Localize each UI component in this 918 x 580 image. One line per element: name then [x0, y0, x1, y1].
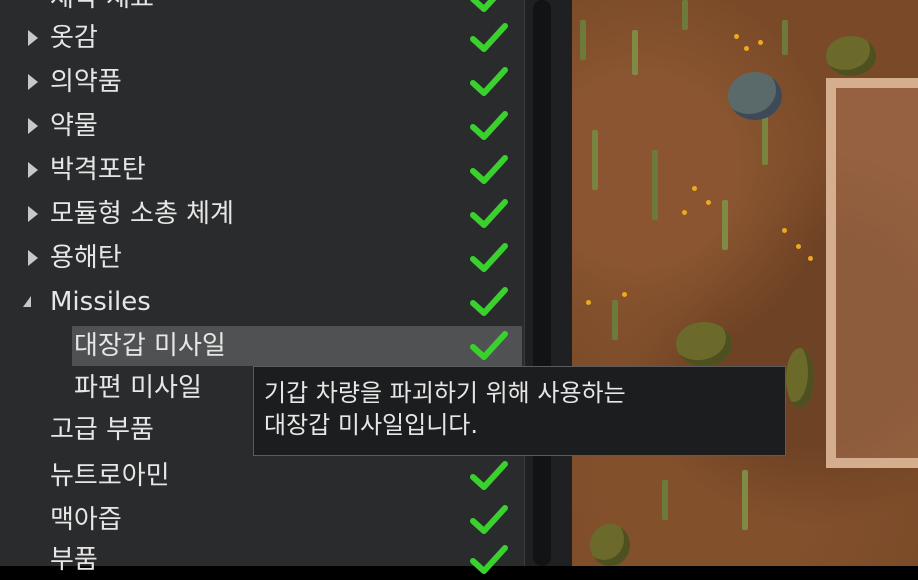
grass-tuft: [682, 0, 688, 30]
flower: [782, 228, 787, 233]
checkmark-icon[interactable]: [470, 544, 508, 576]
tree-row-label: 박격포탄: [50, 155, 146, 185]
tree-row-label: 옷감: [50, 23, 98, 53]
tooltip-line-1: 기갑 차량을 파괴하기 위해 사용하는: [264, 379, 626, 407]
grass-tuft: [742, 470, 748, 530]
flower: [682, 210, 687, 215]
checkmark-icon[interactable]: [470, 154, 508, 186]
tree-row-drugs[interactable]: 약물: [0, 106, 522, 146]
checkmark-icon[interactable]: [470, 22, 508, 54]
tree-row-antiarmor-missile[interactable]: 대장갑 미사일: [72, 326, 522, 366]
tree-row-label: 용해탄: [50, 243, 122, 273]
tree-row-label: 부품: [50, 545, 98, 575]
flower: [706, 200, 711, 205]
tree-row-medicine[interactable]: 의약품: [0, 62, 522, 102]
tree-row-label: 모듈형 소총 체계: [50, 199, 234, 229]
expand-arrow-icon[interactable]: [28, 250, 38, 266]
tree-row-missiles[interactable]: Missiles: [0, 282, 522, 322]
expand-arrow-icon[interactable]: [28, 162, 38, 178]
flower: [622, 292, 627, 297]
expand-arrow-icon[interactable]: [28, 206, 38, 222]
tree-row-label: 고급 부품: [50, 415, 154, 445]
tree-row-modular-rifle[interactable]: 모듈형 소총 체계: [0, 194, 522, 234]
tree-row-label: 약물: [50, 111, 98, 141]
tree-row-label: 의약품: [50, 67, 122, 97]
tooltip-line-2: 대장갑 미사일입니다.: [264, 411, 478, 439]
tree-row-mortar-shells[interactable]: 박격포탄: [0, 150, 522, 190]
berry-bush: [728, 72, 782, 120]
checkmark-icon[interactable]: [470, 66, 508, 98]
tree-row-melt-rounds[interactable]: 용해탄: [0, 238, 522, 278]
tree-row-label: 맥아즙: [50, 505, 122, 535]
bush: [590, 524, 630, 566]
stockpile-zone[interactable]: [826, 78, 918, 468]
expand-arrow-icon[interactable]: [28, 74, 38, 90]
scrollbar-thumb[interactable]: [533, 0, 551, 566]
tree-row-label: Missiles: [50, 287, 151, 317]
bush: [786, 348, 814, 408]
tree-row-textiles[interactable]: 옷감: [0, 18, 522, 58]
checkmark-icon[interactable]: [470, 110, 508, 142]
checkmark-icon[interactable]: [470, 330, 508, 362]
game-map-view[interactable]: [572, 0, 918, 566]
tree-row-label: 파편 미사일: [74, 373, 202, 403]
grass-tuft: [782, 20, 788, 55]
expand-arrow-icon[interactable]: [28, 118, 38, 134]
grass-tuft: [652, 150, 658, 220]
grass-tuft: [662, 480, 668, 520]
tree-row-partial[interactable]: 제작 재료: [0, 0, 522, 18]
checkmark-icon[interactable]: [470, 504, 508, 536]
tree-row-neutroamine[interactable]: 뉴트로아민: [0, 456, 522, 496]
flower: [796, 244, 801, 249]
tree-row-label: 뉴트로아민: [50, 461, 170, 491]
tree-row-components[interactable]: 부품: [0, 540, 522, 580]
tree-row-label: 제작 재료: [50, 0, 154, 18]
collapse-arrow-icon[interactable]: [23, 296, 31, 307]
grass-tuft: [580, 20, 586, 60]
flower: [758, 40, 763, 45]
flower: [744, 46, 749, 51]
checkmark-icon[interactable]: [470, 198, 508, 230]
flower: [586, 300, 591, 305]
grass-tuft: [612, 300, 618, 340]
checkmark-icon[interactable]: [470, 0, 508, 14]
item-tooltip: 기갑 차량을 파괴하기 위해 사용하는 대장갑 미사일입니다.: [253, 366, 786, 456]
flower: [734, 34, 739, 39]
grass-tuft: [632, 30, 638, 75]
bush: [826, 36, 876, 76]
tree-row-label: 대장갑 미사일: [74, 331, 226, 361]
bush: [676, 322, 732, 366]
flower: [692, 186, 697, 191]
checkmark-icon[interactable]: [470, 460, 508, 492]
grass-tuft: [592, 130, 598, 190]
checkmark-icon[interactable]: [470, 286, 508, 318]
expand-arrow-icon[interactable]: [28, 30, 38, 46]
tree-row-wort[interactable]: 맥아즙: [0, 500, 522, 540]
checkmark-icon[interactable]: [470, 242, 508, 274]
grass-tuft: [722, 200, 728, 250]
resource-filter-panel: 제작 재료 옷감 의약품 약물 박격포탄 모듈형 소총 체계 용해탄 Missi…: [0, 0, 525, 575]
scrollbar-track[interactable]: [524, 0, 575, 566]
flower: [808, 256, 813, 261]
